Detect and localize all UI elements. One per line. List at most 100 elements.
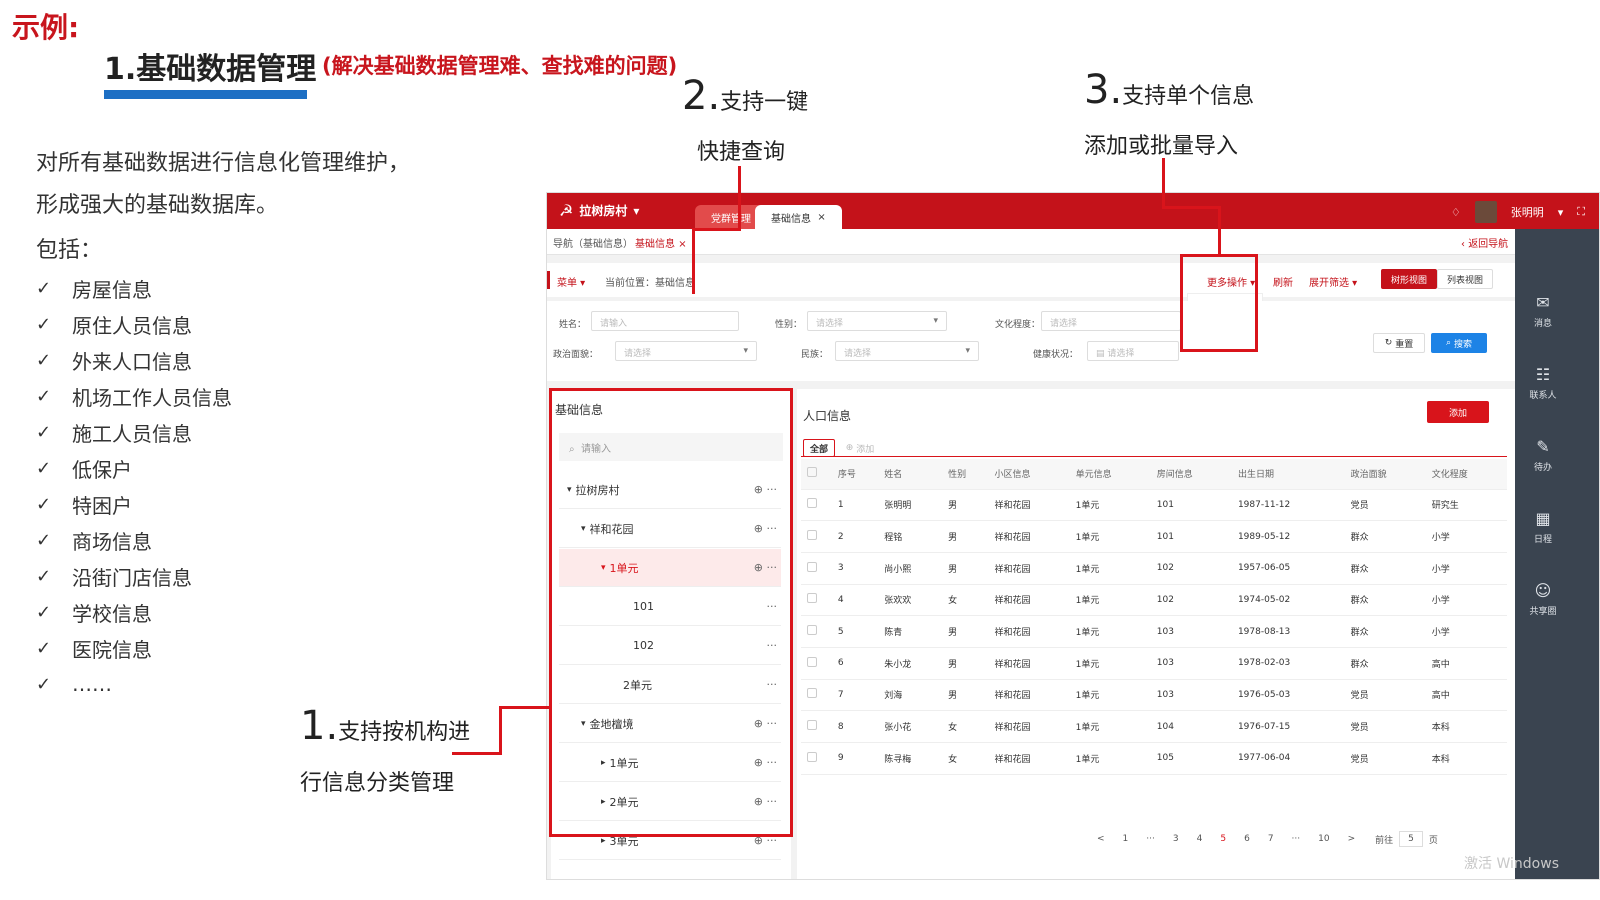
page-unit: 页: [1428, 835, 1438, 846]
table-cell: 1978-08-13: [1231, 615, 1345, 648]
checkbox[interactable]: [807, 751, 817, 762]
table-row[interactable]: 5 陈青男祥和花园 1单元 103 1978-08-13 群众 小学: [801, 615, 1507, 648]
chevron-down-icon[interactable]: ▾: [1558, 206, 1564, 219]
table-cell: 6: [831, 647, 879, 680]
checkbox[interactable]: [807, 625, 817, 636]
add-button[interactable]: 添加: [1427, 401, 1489, 423]
table-cell: 男: [942, 520, 989, 553]
nav-tab-basic-info[interactable]: 基础信息 ×: [635, 235, 687, 250]
checkbox[interactable]: [807, 656, 817, 667]
checkbox[interactable]: [807, 688, 817, 699]
intro-text: 对所有基础数据进行信息化管理维护， 形成强大的基础数据库。: [36, 143, 410, 227]
list-view-button[interactable]: 列表视图: [1437, 269, 1493, 289]
tab-basic-info[interactable]: 基础信息 ×: [755, 205, 842, 229]
goto-input[interactable]: 5: [1399, 831, 1423, 847]
user-name[interactable]: 张明明: [1511, 204, 1544, 220]
annotation-3-leader: [1218, 206, 1221, 256]
bulb-icon[interactable]: ♢: [1451, 206, 1461, 219]
annotation-number: 1.: [300, 703, 339, 749]
row-select-cell[interactable]: [801, 710, 832, 743]
table-row[interactable]: 9 陈寻梅女祥和花园 1单元 105 1977-06-04 党员 本科: [801, 742, 1507, 775]
row-select-cell[interactable]: [801, 679, 832, 712]
health-select[interactable]: ▤ 请选择: [1087, 341, 1179, 361]
side-item[interactable]: ✎ 待办: [1515, 437, 1571, 473]
page-link[interactable]: 1: [1123, 834, 1129, 844]
table-cell: 1单元: [1069, 552, 1151, 585]
page-link[interactable]: 7: [1268, 834, 1274, 844]
table-row[interactable]: 2 程铭男祥和花园 1单元 101 1989-05-12 群众 小学: [801, 520, 1507, 553]
table-cell: 祥和花园: [988, 584, 1070, 617]
checkbox[interactable]: [807, 467, 817, 478]
column-header: 房间信息: [1150, 459, 1232, 490]
tab-add[interactable]: ⊕ 添加: [841, 439, 879, 457]
refresh-button[interactable]: 刷新: [1273, 274, 1293, 289]
page-link[interactable]: 6: [1244, 834, 1250, 844]
list-item-label: 商场信息: [72, 529, 152, 554]
checkbox[interactable]: [807, 498, 817, 509]
side-item[interactable]: ✉ 消息: [1515, 293, 1571, 329]
table-row[interactable]: 3 尚小熙男祥和花园 1单元 102 1957-06-05 群众 小学: [801, 552, 1507, 585]
row-select-cell[interactable]: [801, 520, 832, 553]
caret-icon[interactable]: ▸: [601, 836, 606, 846]
page-link[interactable]: 4: [1197, 834, 1203, 844]
checkbox[interactable]: [807, 593, 817, 604]
row-select-cell[interactable]: [801, 647, 832, 680]
page-link[interactable]: 3: [1173, 834, 1179, 844]
side-item[interactable]: ☷ 联系人: [1515, 365, 1571, 401]
table-row[interactable]: 7 刘海男祥和花园 1单元 103 1976-05-03 党员 高中: [801, 679, 1507, 712]
table-cell: 研究生: [1425, 489, 1507, 522]
filter-panel: 姓名： 请输入 性别： 请选择 ▾ 文化程度： 请选择 政治面貌： 请选择 ▾ 民族…: [547, 301, 1517, 381]
column-header: 序号: [831, 459, 879, 490]
checkbox[interactable]: [807, 561, 817, 572]
side-item[interactable]: ▦ 日程: [1515, 509, 1571, 545]
tree-view-button[interactable]: 树形视图: [1381, 269, 1437, 289]
side-item[interactable]: ☺ 共享圈: [1515, 581, 1571, 617]
table-cell: 群众: [1344, 520, 1426, 553]
page-numbers: <1 ··· 3 4 5 6 7 ··· 10 >: [1097, 834, 1355, 844]
row-select-cell[interactable]: [801, 615, 832, 648]
search-button[interactable]: ⌕ 搜索: [1431, 333, 1487, 353]
annotation-1-leader: [499, 706, 551, 709]
politic-select[interactable]: 请选择 ▾: [615, 341, 757, 361]
column-header: 性别: [942, 459, 989, 490]
reset-button[interactable]: ↻ 重置: [1373, 333, 1425, 353]
logo-text: 拉树房村: [579, 204, 628, 218]
fullscreen-icon[interactable]: ⛶: [1577, 205, 1585, 219]
page-link[interactable]: <: [1097, 834, 1105, 844]
check-icon: ✓: [36, 385, 52, 407]
close-icon[interactable]: ×: [678, 239, 686, 250]
expand-filter-button[interactable]: 展开筛选 ▾: [1309, 274, 1357, 289]
checkbox[interactable]: [807, 530, 817, 541]
page-link[interactable]: ···: [1292, 834, 1301, 844]
table-row[interactable]: 8 张小花女祥和花园 1单元 104 1976-07-15 党员 本科: [801, 710, 1507, 743]
table-cell: 男: [942, 679, 989, 712]
back-link[interactable]: ‹ 返回导航: [1461, 235, 1508, 250]
row-select-cell[interactable]: [801, 742, 832, 775]
ethnic-select[interactable]: 请选择 ▾: [835, 341, 979, 361]
list-item: ✓ 施工人员信息: [36, 414, 232, 450]
check-icon: ✓: [36, 637, 52, 659]
gender-select[interactable]: 请选择 ▾: [807, 311, 947, 331]
page-link[interactable]: 10: [1318, 834, 1329, 844]
close-icon[interactable]: ×: [817, 212, 825, 223]
edu-select[interactable]: 请选择: [1041, 311, 1181, 331]
tab-all[interactable]: 全部: [803, 439, 835, 457]
table-row[interactable]: 4 张欢欢女祥和花园 1单元 102 1974-05-02 群众 小学: [801, 584, 1507, 617]
table-row[interactable]: 1 张明明男祥和花园 1单元 101 1987-11-12 党员 研究生: [801, 489, 1507, 522]
row-select-cell[interactable]: [801, 489, 832, 522]
app-logo[interactable]: ☭ 拉树房村 ▾: [559, 201, 639, 220]
page-link[interactable]: >: [1348, 834, 1356, 844]
row-select-cell[interactable]: [801, 552, 832, 585]
select-all-cell[interactable]: [801, 459, 832, 490]
avatar[interactable]: [1474, 201, 1497, 223]
page-link[interactable]: ···: [1146, 834, 1155, 844]
row-select-cell[interactable]: [801, 584, 832, 617]
table-cell: 103: [1150, 679, 1232, 712]
table-cell: 1957-06-05: [1231, 552, 1345, 585]
list-item: ✓ 沿街门店信息: [36, 558, 232, 594]
checkbox[interactable]: [807, 720, 817, 731]
name-input[interactable]: 请输入: [591, 311, 739, 331]
table-row[interactable]: 6 朱小龙男祥和花园 1单元 103 1978-02-03 群众 高中: [801, 647, 1507, 680]
menu-button[interactable]: 菜单 ▾: [557, 274, 585, 289]
page-link[interactable]: 5: [1220, 834, 1226, 844]
